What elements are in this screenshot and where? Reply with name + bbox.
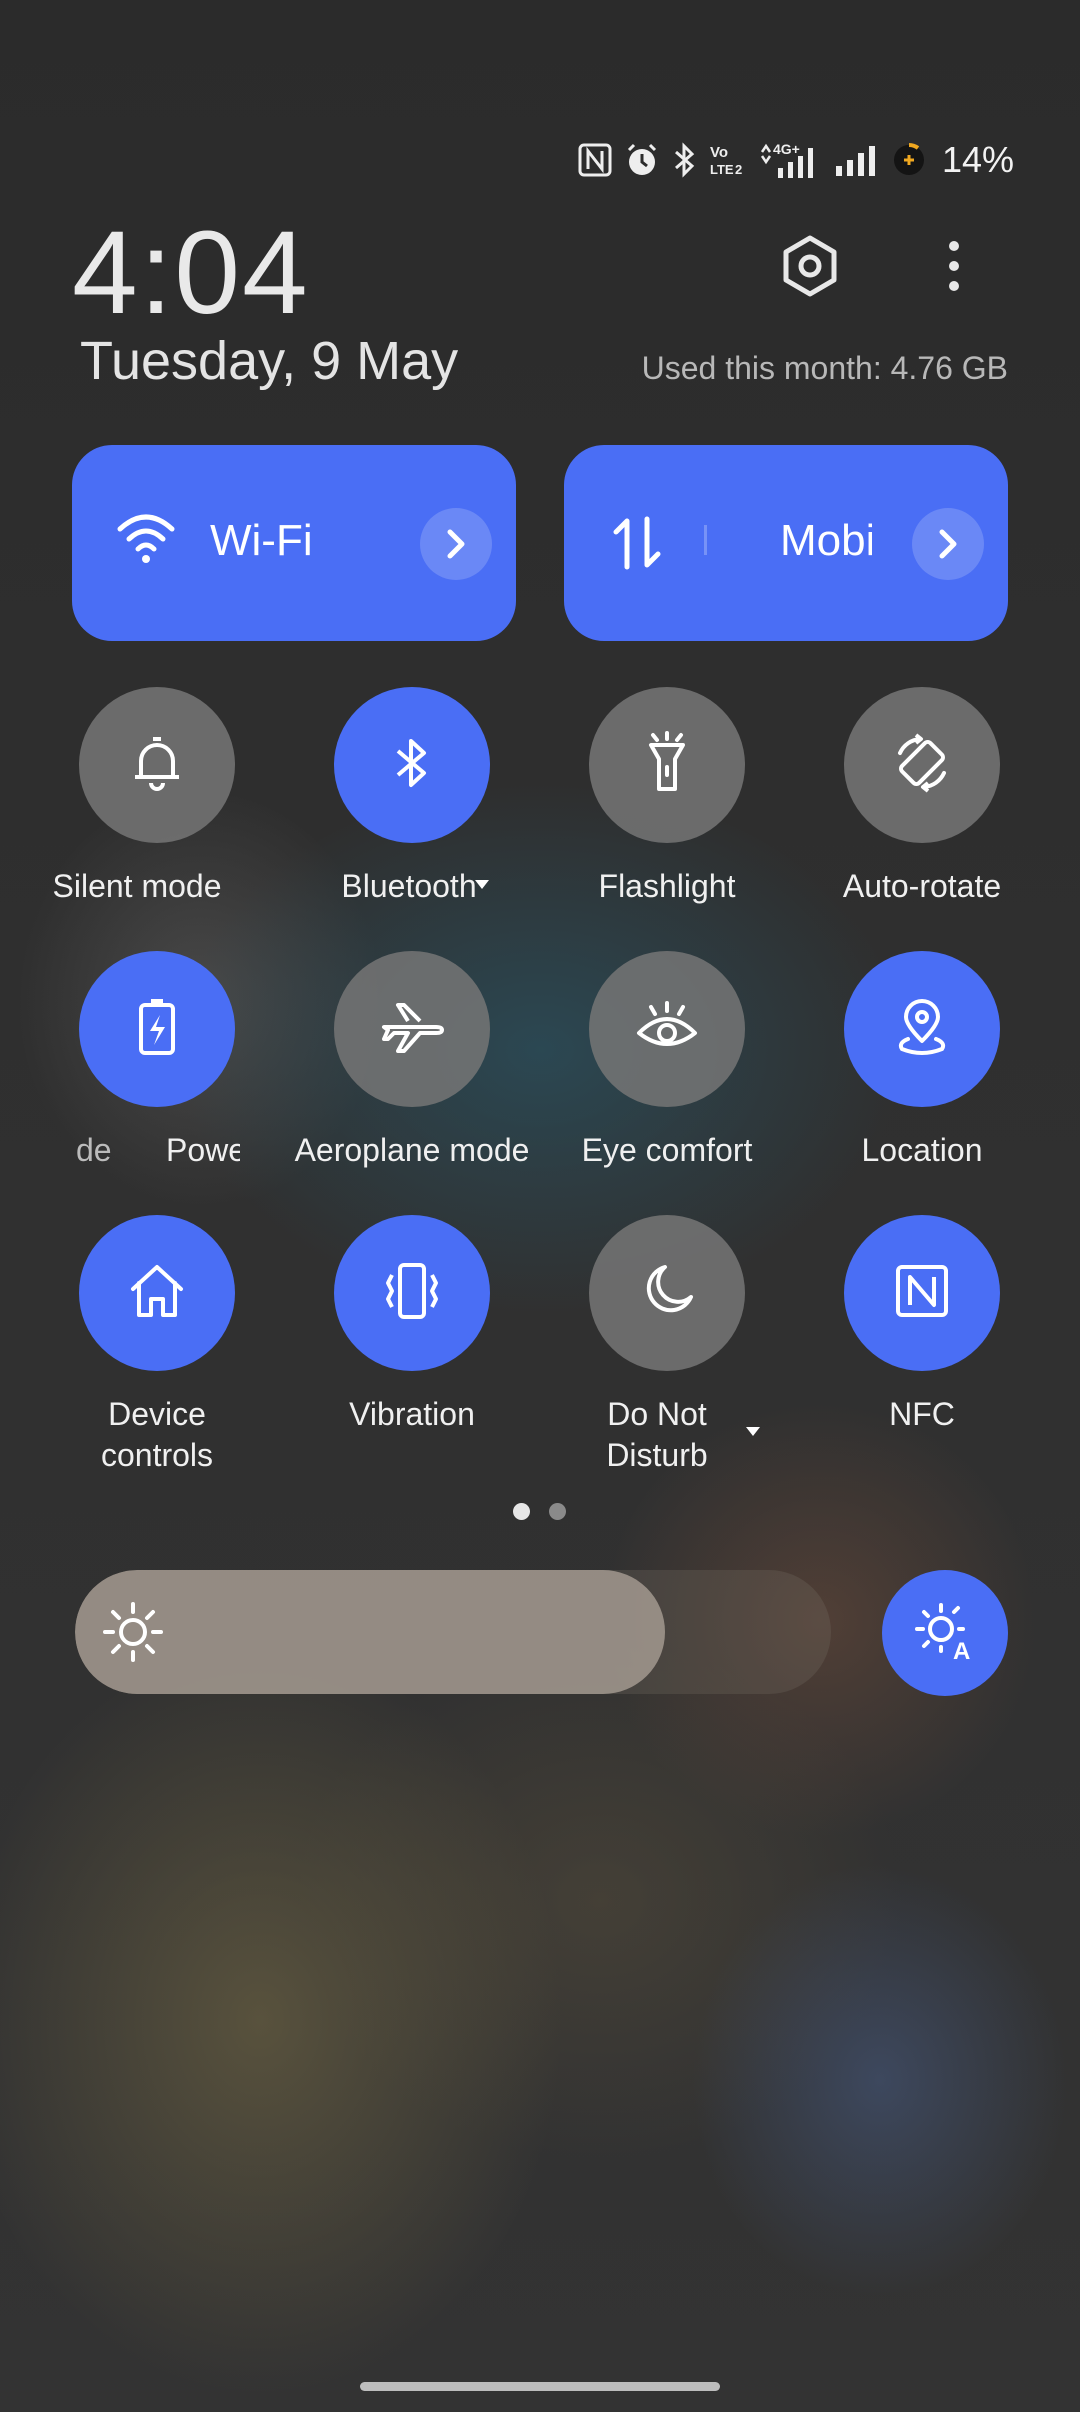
flashlight-label: Flashlight [598,868,736,904]
silent-mode-toggle[interactable] [79,687,235,843]
flashlight-icon [645,730,689,800]
more-vert-icon [944,238,964,299]
battery-saver-label-start: de [76,1132,112,1168]
signal-icon [834,142,880,178]
airplane-icon [380,999,444,1060]
bell-icon [129,733,185,798]
4g-data-icon: 4G+ [758,140,822,180]
bluetooth-icon [672,142,696,178]
svg-text:4G+: 4G+ [773,141,800,157]
nfc-icon [578,143,612,177]
vibration-icon [380,1261,444,1326]
silent-mode-label: Silent mode [52,868,222,904]
date[interactable]: Tuesday, 9 May [80,334,458,388]
brightness-slider[interactable] [75,1570,831,1694]
page-indicator-dot-1[interactable] [513,1503,530,1520]
auto-rotate-icon [890,731,954,800]
alarm-icon [624,142,660,178]
battery-saver-toggle[interactable] [79,951,235,1107]
home-gesture-bar[interactable] [360,2382,720,2391]
location-toggle[interactable] [844,951,1000,1107]
vibration-toggle[interactable] [334,1215,490,1371]
svg-text:LTE: LTE [710,162,734,177]
settings-icon [778,234,842,303]
bluetooth-label: Bluetooth [341,868,477,904]
wifi-details-button[interactable] [420,508,492,580]
do-not-disturb-toggle[interactable] [589,1215,745,1371]
bluetooth-toggle[interactable] [334,687,490,843]
eye-comfort-label: Eye comfort [581,1132,753,1168]
bluetooth-icon [392,733,432,798]
svg-text:2: 2 [735,162,742,177]
nfc-toggle[interactable] [844,1215,1000,1371]
device-controls-toggle[interactable] [79,1215,235,1371]
mobile-data-label: Mobile [780,519,872,563]
svg-text:Vo: Vo [710,144,728,161]
battery-icon [892,143,926,177]
eye-icon [635,999,699,1060]
sun-icon [101,1600,165,1669]
device-controls-label: Device controls [100,1396,214,1473]
auto-rotate-toggle[interactable] [844,687,1000,843]
battery-saver-label: Powe [166,1132,240,1168]
do-not-disturb-dropdown-caret[interactable] [746,1427,760,1436]
wifi-icon [116,509,176,570]
battery-saver-icon [137,997,177,1062]
nfc-icon [894,1263,950,1324]
nfc-label: NFC [889,1396,955,1432]
auto-brightness-icon: A [913,1599,977,1668]
mobile-label-fade [704,525,723,555]
mobile-data-icon [612,515,662,576]
page-indicator-dot-2[interactable] [549,1503,566,1520]
svg-text:A: A [953,1638,970,1663]
do-not-disturb-label: Do Not Disturb [606,1396,708,1473]
clock[interactable]: 4:04 [72,214,310,332]
wifi-label: Wi-Fi [210,516,313,565]
airplane-mode-toggle[interactable] [334,951,490,1107]
auto-rotate-label: Auto-rotate [842,868,1002,904]
bluetooth-dropdown-caret[interactable] [475,880,489,889]
wifi-tile[interactable]: Wi-Fi [72,445,516,641]
flashlight-toggle[interactable] [589,687,745,843]
auto-brightness-button[interactable]: A [882,1570,1008,1696]
home-icon [127,1261,187,1326]
data-usage[interactable]: Used this month: 4.76 GB [642,352,1008,384]
location-icon [894,997,950,1062]
moon-icon [639,1263,695,1324]
settings-button[interactable] [772,230,848,306]
airplane-mode-label: Aeroplane mode [294,1132,530,1168]
vibration-label: Vibration [349,1396,475,1432]
volte-icon: Vo LTE 2 [708,142,746,178]
location-label: Location [861,1132,983,1168]
battery-percent: 14% [941,139,1014,180]
eye-comfort-toggle[interactable] [589,951,745,1107]
mobile-data-details-button[interactable] [912,508,984,580]
mobile-data-tile[interactable]: Mobile [564,445,1008,641]
status-bar: Vo LTE 2 4G+ 14% [578,134,1014,186]
more-options-button[interactable] [918,230,990,306]
